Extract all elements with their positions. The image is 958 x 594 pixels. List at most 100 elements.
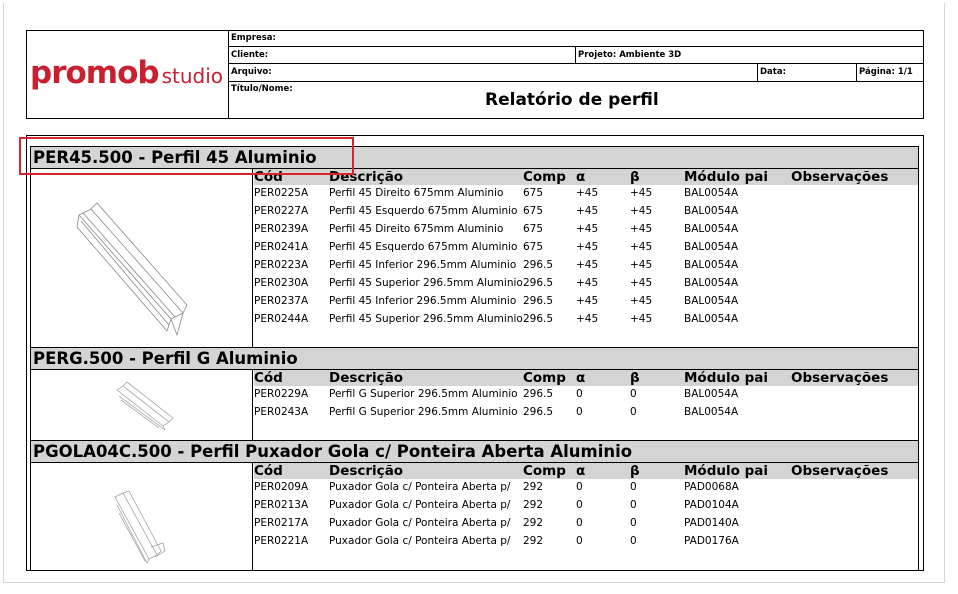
cell-modulo: PAD0068A <box>684 481 739 493</box>
cell-comp: 296.5 <box>523 259 554 271</box>
table-row: PER0243A Perfil G Superior 296.5mm Alumin… <box>254 403 918 421</box>
cell-comp: 296.5 <box>523 388 554 400</box>
cell-comp: 296.5 <box>523 277 554 289</box>
col-cod: Cód <box>254 463 283 479</box>
cell-comp: 675 <box>523 187 544 199</box>
cell-alpha: 0 <box>576 481 583 493</box>
table-row: PER0217A Puxador Gola c/ Ponteira Aberta … <box>254 514 918 532</box>
cell-comp: 292 <box>523 499 544 511</box>
profile-section-pgola: PGOLA04C.500 - Perfil Puxador Gola c/ Po… <box>30 440 919 571</box>
cell-cod: PER0227A <box>254 205 309 217</box>
col-observacoes: Observações <box>791 463 889 479</box>
projeto-label: Projeto: Ambiente 3D <box>578 50 682 60</box>
cell-alpha: +45 <box>576 223 599 235</box>
cell-comp: 675 <box>523 241 544 253</box>
col-descricao: Descrição <box>329 463 404 479</box>
cell-beta: +45 <box>630 277 653 289</box>
cell-desc: Perfil 45 Direito 675mm Aluminio <box>329 187 504 199</box>
cell-comp: 675 <box>523 223 544 235</box>
cell-modulo: PAD0140A <box>684 517 739 529</box>
header-divider <box>757 63 758 82</box>
profile-image <box>31 463 253 570</box>
profile-drawing-icon <box>76 202 188 337</box>
col-alpha: α <box>576 169 586 185</box>
cell-desc: Perfil 45 Superior 296.5mm Aluminio <box>329 313 523 325</box>
cell-alpha: +45 <box>576 259 599 271</box>
cell-desc: Puxador Gola c/ Ponteira Aberta p/ <box>329 517 511 529</box>
col-descricao: Descrição <box>329 370 404 386</box>
cell-modulo: BAL0054A <box>684 259 739 271</box>
cell-comp: 675 <box>523 205 544 217</box>
cell-cod: PER0223A <box>254 259 309 271</box>
cell-cod: PER0229A <box>254 388 309 400</box>
cell-desc: Perfil G Superior 296.5mm Aluminio <box>329 406 518 418</box>
cell-cod: PER0217A <box>254 517 309 529</box>
profile-image <box>31 370 253 440</box>
profile-drawing-icon <box>114 490 166 564</box>
cell-modulo: BAL0054A <box>684 313 739 325</box>
cell-cod: PER0209A <box>254 481 309 493</box>
cell-alpha: 0 <box>576 388 583 400</box>
col-descricao: Descrição <box>329 169 404 185</box>
cell-alpha: +45 <box>576 205 599 217</box>
cell-alpha: +45 <box>576 241 599 253</box>
cell-modulo: BAL0054A <box>684 295 739 307</box>
cell-desc: Puxador Gola c/ Ponteira Aberta p/ <box>329 481 511 493</box>
cell-alpha: +45 <box>576 313 599 325</box>
table-row: PER0229A Perfil G Superior 296.5mm Alumin… <box>254 385 918 403</box>
cell-modulo: BAL0054A <box>684 205 739 217</box>
cell-modulo: BAL0054A <box>684 223 739 235</box>
cell-beta: +45 <box>630 313 653 325</box>
cell-cod: PER0237A <box>254 295 309 307</box>
promob-logo: promob studio <box>30 55 223 95</box>
cell-beta: +45 <box>630 241 653 253</box>
cell-beta: 0 <box>630 388 637 400</box>
table-row: PER0209A Puxador Gola c/ Ponteira Aberta … <box>254 478 918 496</box>
cell-beta: +45 <box>630 259 653 271</box>
profile-section-per45: PER45.500 - Perfil 45 Aluminio Cód Descr… <box>30 146 919 348</box>
pagina-label: Página: 1/1 <box>859 67 913 77</box>
table-row: PER0225A Perfil 45 Direito 675mm Aluminio… <box>254 184 918 202</box>
col-observacoes: Observações <box>791 370 889 386</box>
cell-alpha: 0 <box>576 517 583 529</box>
col-comp: Comp <box>523 169 566 185</box>
cell-comp: 292 <box>523 481 544 493</box>
cell-alpha: +45 <box>576 295 599 307</box>
cell-desc: Perfil G Superior 296.5mm Aluminio <box>329 388 518 400</box>
cell-modulo: PAD0104A <box>684 499 739 511</box>
profile-section-perg: PERG.500 - Perfil G Aluminio Cód Descriç… <box>30 347 919 441</box>
cell-alpha: 0 <box>576 499 583 511</box>
cell-modulo: BAL0054A <box>684 241 739 253</box>
col-modulo-pai: Módulo pai <box>684 169 768 185</box>
cell-desc: Perfil 45 Superior 296.5mm Aluminio <box>329 277 523 289</box>
cell-beta: +45 <box>630 187 653 199</box>
cell-beta: 0 <box>630 481 637 493</box>
cell-cod: PER0239A <box>254 223 309 235</box>
data-label: Data: <box>760 67 786 77</box>
cell-desc: Perfil 45 Inferior 296.5mm Aluminio <box>329 259 517 271</box>
logo-main-text: promob <box>30 55 160 91</box>
cell-desc: Puxador Gola c/ Ponteira Aberta p/ <box>329 499 511 511</box>
header-divider <box>228 63 924 64</box>
cell-alpha: 0 <box>576 406 583 418</box>
cell-modulo: BAL0054A <box>684 406 739 418</box>
cell-cod: PER0213A <box>254 499 309 511</box>
table-row: PER0237A Perfil 45 Inferior 296.5mm Alumi… <box>254 292 918 310</box>
cell-cod: PER0243A <box>254 406 309 418</box>
cell-alpha: +45 <box>576 277 599 289</box>
cell-desc: Perfil 45 Direito 675mm Aluminio <box>329 223 504 235</box>
empresa-label: Empresa: <box>231 33 276 43</box>
header-divider <box>228 81 924 82</box>
cell-beta: +45 <box>630 295 653 307</box>
table-row: PER0239A Perfil 45 Direito 675mm Aluminio… <box>254 220 918 238</box>
cell-comp: 296.5 <box>523 406 554 418</box>
cell-comp: 292 <box>523 535 544 547</box>
col-comp: Comp <box>523 463 566 479</box>
table-row: PER0230A Perfil 45 Superior 296.5mm Alumi… <box>254 274 918 292</box>
cliente-label: Cliente: <box>231 50 269 60</box>
cell-beta: 0 <box>630 406 637 418</box>
table-row: PER0213A Puxador Gola c/ Ponteira Aberta … <box>254 496 918 514</box>
cell-cod: PER0221A <box>254 535 309 547</box>
cell-alpha: +45 <box>576 187 599 199</box>
col-observacoes: Observações <box>791 169 889 185</box>
